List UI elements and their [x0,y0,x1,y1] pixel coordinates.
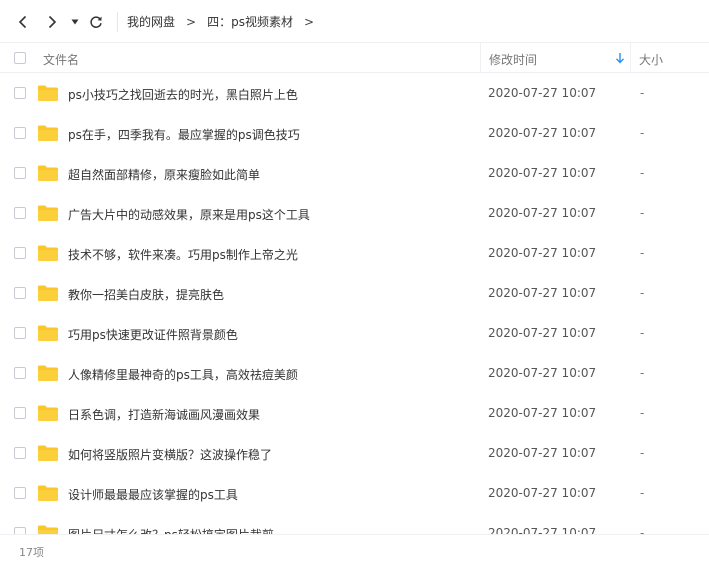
folder-icon [37,484,59,502]
file-modified-date: 2020-07-27 10:07 [488,286,597,300]
file-modified-date: 2020-07-27 10:07 [488,126,597,140]
breadcrumb-separator: > [303,14,315,29]
folder-icon [37,364,59,382]
file-modified-date: 2020-07-27 10:07 [488,486,597,500]
folder-icon [37,164,59,182]
file-size: - [640,246,645,260]
column-divider [630,43,631,73]
item-count: 17项 [19,546,44,559]
row-checkbox[interactable] [14,127,26,139]
file-modified-date: 2020-07-27 10:07 [488,206,597,220]
status-bar: 17项 [0,534,709,567]
row-checkbox[interactable] [14,367,26,379]
row-checkbox[interactable] [14,327,26,339]
chevron-left-icon [18,15,27,29]
forward-button[interactable] [43,12,61,32]
column-divider [480,43,481,73]
row-checkbox[interactable] [14,247,26,259]
breadcrumb: 我的网盘 > 四：ps视频素材 > [127,13,325,30]
row-checkbox[interactable] [14,407,26,419]
file-list-header: 文件名 修改时间 大小 [0,43,709,73]
breadcrumb-root[interactable]: 我的网盘 [127,13,175,30]
row-checkbox[interactable] [14,287,26,299]
file-list: ps小技巧之找回逝去的时光，黑白照片上色 2020-07-27 10:07 - … [0,73,709,534]
file-size: - [640,526,645,534]
file-modified-date: 2020-07-27 10:07 [488,246,597,260]
file-row[interactable]: 超自然面部精修，原来瘦脸如此简单 2020-07-27 10:07 - [0,153,709,193]
file-name[interactable]: 人像精修里最神奇的ps工具，高效祛痘美颜 [68,366,298,383]
chevron-right-icon [48,15,57,29]
folder-icon [37,284,59,302]
file-size: - [640,206,645,220]
file-row[interactable]: 教你一招美白皮肤，提亮肤色 2020-07-27 10:07 - [0,273,709,313]
row-checkbox[interactable] [14,487,26,499]
column-header-modified[interactable]: 修改时间 [489,51,537,68]
column-header-name[interactable]: 文件名 [43,51,79,68]
file-name[interactable]: 巧用ps快速更改证件照背景颜色 [68,326,238,343]
file-modified-date: 2020-07-27 10:07 [488,326,597,340]
file-modified-date: 2020-07-27 10:07 [488,366,597,380]
sort-arrow-icon[interactable] [615,52,625,67]
file-name[interactable]: 图片尺寸怎么改？ps轻松搞定图片裁剪 [68,526,274,534]
select-all-checkbox[interactable] [14,52,26,64]
file-name[interactable]: 技术不够，软件来凑。巧用ps制作上帝之光 [68,246,298,263]
row-checkbox[interactable] [14,167,26,179]
file-row[interactable]: 巧用ps快速更改证件照背景颜色 2020-07-27 10:07 - [0,313,709,353]
file-size: - [640,166,645,180]
file-size: - [640,126,645,140]
file-row[interactable]: ps小技巧之找回逝去的时光，黑白照片上色 2020-07-27 10:07 - [0,73,709,113]
folder-icon [37,444,59,462]
file-size: - [640,406,645,420]
file-size: - [640,446,645,460]
breadcrumb-separator: > [186,14,197,29]
toolbar-divider [117,12,118,32]
file-name[interactable]: 广告大片中的动感效果，原来是用ps这个工具 [68,206,310,223]
breadcrumb-current[interactable]: 四：ps视频素材 [207,13,293,30]
row-checkbox[interactable] [14,447,26,459]
file-name[interactable]: 教你一招美白皮肤，提亮肤色 [68,286,224,303]
file-name[interactable]: ps在手，四季我有。最应掌握的ps调色技巧 [68,126,300,143]
file-modified-date: 2020-07-27 10:07 [488,406,597,420]
file-size: - [640,286,645,300]
history-dropdown-button[interactable] [68,12,82,32]
folder-icon [37,244,59,262]
file-modified-date: 2020-07-27 10:07 [488,446,597,460]
folder-icon [37,524,59,534]
folder-icon [37,84,59,102]
file-modified-date: 2020-07-27 10:07 [488,86,597,100]
file-size: - [640,86,645,100]
file-modified-date: 2020-07-27 10:07 [488,166,597,180]
back-button[interactable] [14,12,32,32]
folder-icon [37,324,59,342]
toolbar: 我的网盘 > 四：ps视频素材 > [0,0,709,43]
folder-icon [37,124,59,142]
row-checkbox[interactable] [14,207,26,219]
file-row[interactable]: ps在手，四季我有。最应掌握的ps调色技巧 2020-07-27 10:07 - [0,113,709,153]
file-modified-date: 2020-07-27 10:07 [488,526,597,534]
file-name[interactable]: 设计师最最最应该掌握的ps工具 [68,486,238,503]
file-row[interactable]: 广告大片中的动感效果，原来是用ps这个工具 2020-07-27 10:07 - [0,193,709,233]
row-checkbox[interactable] [14,87,26,99]
refresh-icon [90,16,102,28]
file-row[interactable]: 日系色调，打造新海诚画风漫画效果 2020-07-27 10:07 - [0,393,709,433]
folder-icon [37,404,59,422]
file-size: - [640,366,645,380]
file-row[interactable]: 人像精修里最神奇的ps工具，高效祛痘美颜 2020-07-27 10:07 - [0,353,709,393]
file-size: - [640,486,645,500]
file-row[interactable]: 图片尺寸怎么改？ps轻松搞定图片裁剪 2020-07-27 10:07 - [0,513,709,534]
file-name[interactable]: 日系色调，打造新海诚画风漫画效果 [68,406,260,423]
file-row[interactable]: 设计师最最最应该掌握的ps工具 2020-07-27 10:07 - [0,473,709,513]
file-name[interactable]: 超自然面部精修，原来瘦脸如此简单 [68,166,260,183]
file-row[interactable]: 如何将竖版照片变横版？这波操作稳了 2020-07-27 10:07 - [0,433,709,473]
folder-icon [37,204,59,222]
file-name[interactable]: 如何将竖版照片变横版？这波操作稳了 [68,446,272,463]
file-name[interactable]: ps小技巧之找回逝去的时光，黑白照片上色 [68,86,298,103]
file-row[interactable]: 技术不够，软件来凑。巧用ps制作上帝之光 2020-07-27 10:07 - [0,233,709,273]
caret-down-icon [71,19,79,25]
file-size: - [640,326,645,340]
row-checkbox[interactable] [14,527,26,534]
refresh-button[interactable] [87,12,105,32]
column-header-size[interactable]: 大小 [639,51,663,68]
